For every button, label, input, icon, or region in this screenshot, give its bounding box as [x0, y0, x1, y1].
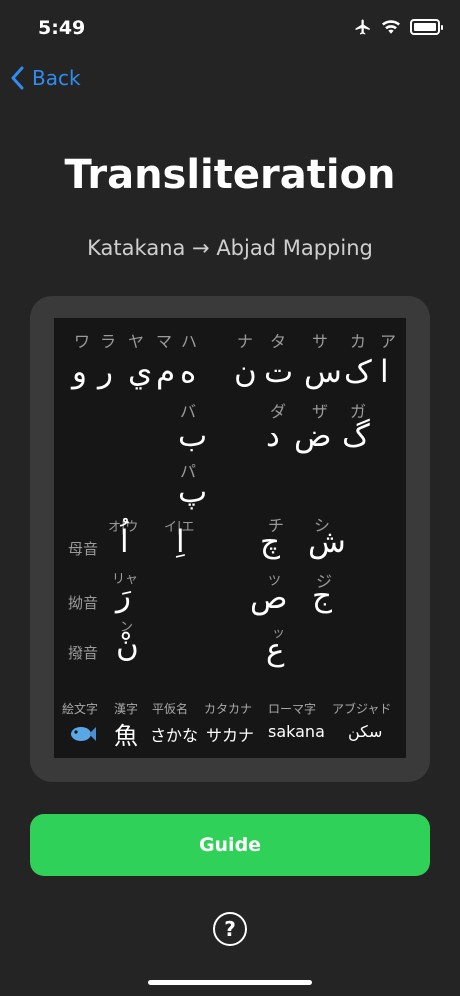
example-romaji: sakana: [268, 722, 325, 741]
help-glyph: ?: [224, 917, 236, 941]
page-subtitle: Katakana → Abjad Mapping: [87, 236, 373, 260]
status-bar: 5:49: [0, 0, 460, 56]
example-header-katakana: カタカナ: [204, 702, 253, 716]
back-label: Back: [32, 66, 81, 90]
status-time: 5:49: [38, 17, 86, 39]
example-header-emoji: 絵文字: [62, 702, 99, 716]
example-kanji: 魚: [114, 722, 138, 750]
abjad-mim: م: [156, 354, 176, 390]
kana-wa: ワ: [74, 332, 91, 351]
mapping-chart: ワ ラ ヤ マ ハ ナ タ サ カ ア و ر ي م ه ن ت س ک ا …: [54, 318, 406, 758]
abjad-sin: س: [304, 354, 342, 390]
abjad-ra: ر: [98, 354, 113, 390]
kana-na: ナ: [237, 332, 254, 351]
example-katakana: サカナ: [206, 726, 255, 745]
abjad-alef: ا: [380, 354, 389, 390]
abjad-he: ه: [180, 354, 197, 390]
abjad-che: چ: [260, 524, 281, 560]
fish-icon: [71, 727, 96, 741]
back-button[interactable]: Back: [10, 66, 81, 90]
kana-ya: ヤ: [128, 332, 145, 351]
help-icon[interactable]: ?: [213, 912, 247, 946]
abjad-pe: پ: [178, 474, 208, 510]
wifi-icon: [382, 20, 400, 34]
kana-ra: ラ: [100, 332, 117, 351]
abjad-jim: ج: [312, 578, 333, 614]
battery-icon: [410, 19, 443, 35]
abjad-gaf: گ: [342, 418, 370, 454]
airplane-icon: [355, 19, 370, 35]
abjad-nun-sukun: نْ: [116, 628, 139, 664]
abjad-shin: ش: [308, 524, 346, 560]
guide-button-label: Guide: [198, 834, 262, 856]
page-title: Transliteration: [64, 152, 396, 198]
guide-button[interactable]: Guide: [30, 814, 430, 876]
abjad-nun: ن: [234, 354, 257, 390]
abjad-ra-fatha: رَ: [116, 578, 131, 614]
abjad-kaf: ک: [344, 354, 372, 390]
example-header-kanji: 漢字: [114, 702, 139, 716]
abjad-alef-damma: اُ: [120, 524, 129, 560]
home-indicator[interactable]: [148, 980, 312, 985]
abjad-zad: ض: [294, 418, 332, 454]
example-abjad: سکن: [348, 722, 383, 741]
kana-a: ア: [380, 332, 397, 351]
kana-ta: タ: [270, 332, 287, 351]
abjad-alef-kasra: اِ: [176, 524, 185, 560]
example-header-abjad: アブジャド: [332, 702, 392, 716]
abjad-te: ت: [264, 354, 294, 390]
abjad-waw: و: [72, 354, 87, 390]
kana-ma: マ: [156, 332, 173, 351]
example-header-hiragana: 平仮名: [152, 702, 189, 716]
row-label-yoon: 拗音: [68, 594, 99, 612]
abjad-sad: ص: [250, 580, 288, 616]
chevron-left-icon: [11, 66, 24, 90]
abjad-dal: د: [266, 418, 280, 454]
abjad-be: ب: [178, 418, 208, 454]
kana-ha: ハ: [181, 332, 198, 351]
row-label-hatsuon: 撥音: [68, 644, 99, 662]
abjad-ain: ع: [266, 632, 285, 668]
abjad-ya: ي: [128, 354, 153, 390]
kana-ka: カ: [350, 332, 367, 351]
row-label-vowels: 母音: [68, 540, 99, 558]
example-hiragana: さかな: [150, 726, 199, 745]
example-header-romaji: ローマ字: [268, 702, 317, 716]
kana-sa: サ: [312, 332, 329, 351]
